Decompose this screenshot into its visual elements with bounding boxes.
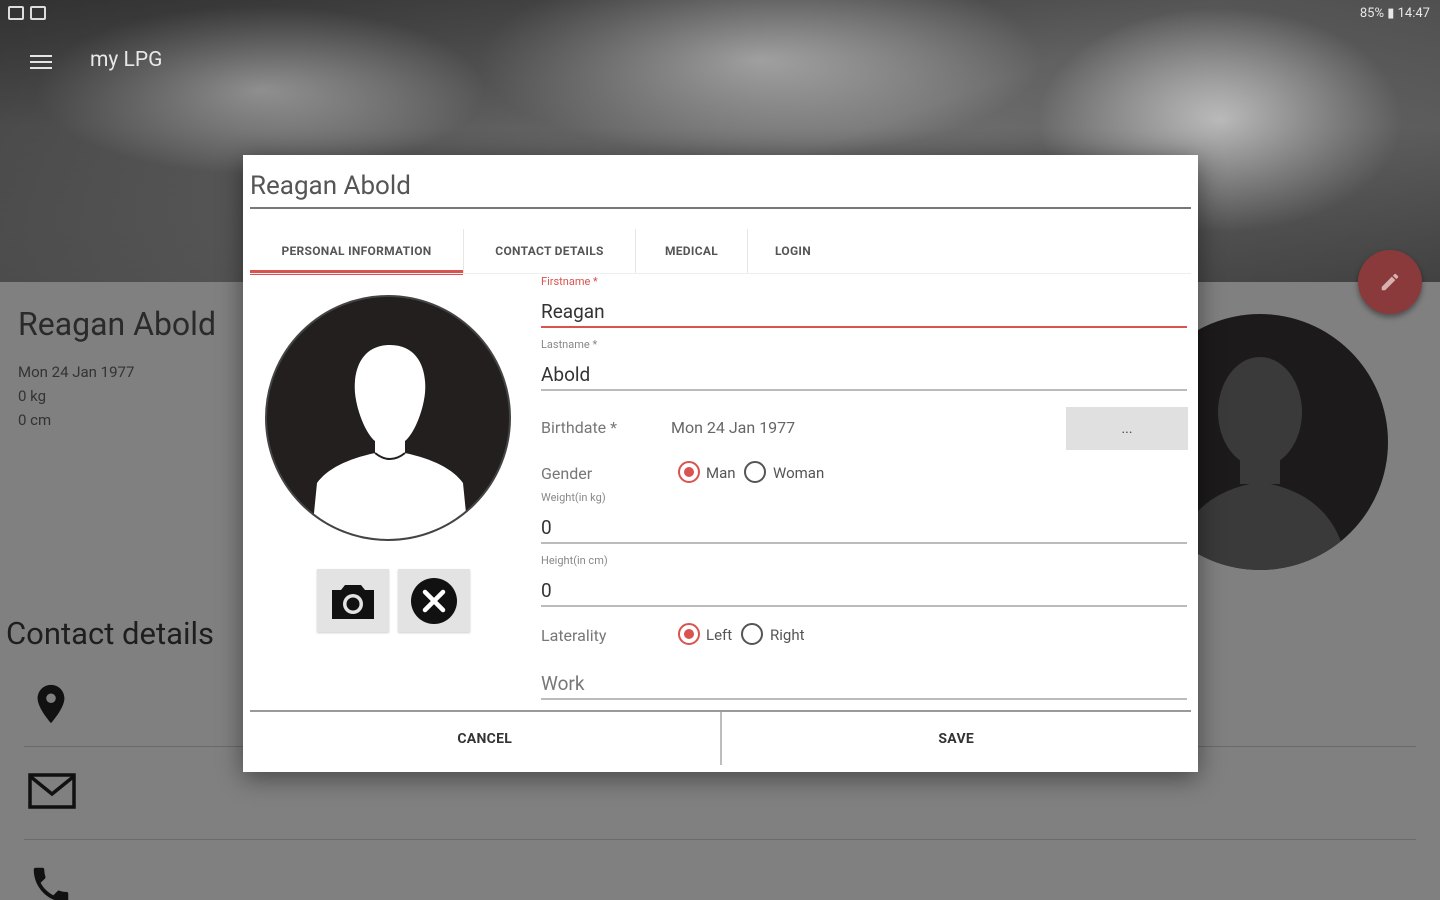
tab-personal-information[interactable]: PERSONAL INFORMATION	[250, 229, 464, 275]
gallery-icon	[8, 6, 24, 20]
cast-icon	[30, 6, 46, 20]
email-icon	[28, 772, 76, 816]
birthdate-label: Birthdate *	[541, 418, 618, 437]
status-bar-text: 85% ▮ 14:47	[1359, 6, 1430, 21]
profile-info: Mon 24 Jan 1977 0 kg 0 cm	[18, 360, 134, 432]
phone-icon	[28, 862, 74, 900]
cancel-button[interactable]: CANCEL	[250, 712, 720, 765]
gender-man-label[interactable]: Man	[706, 464, 736, 482]
tab-medical[interactable]: MEDICAL	[636, 229, 748, 273]
tab-contact-details[interactable]: CONTACT DETAILS	[464, 229, 636, 273]
dialog-actions: CANCEL SAVE	[250, 710, 1191, 765]
work-input[interactable]: Work	[541, 670, 1187, 700]
profile-birthdate: Mon 24 Jan 1977	[18, 363, 135, 381]
contact-details-heading: Contact details	[6, 615, 215, 652]
lastname-input[interactable]: Abold	[541, 361, 1187, 391]
profile-weight: 0 kg	[18, 387, 47, 405]
dialog-tabs: PERSONAL INFORMATION CONTACT DETAILS MED…	[250, 229, 1191, 275]
profile-name: Reagan Abold	[18, 305, 216, 343]
dialog-title: Reagan Abold	[250, 171, 1191, 209]
menu-icon[interactable]	[30, 55, 52, 69]
patient-avatar	[265, 295, 511, 541]
app-title: my LPG	[90, 48, 163, 72]
gender-woman-label[interactable]: Woman	[773, 464, 824, 482]
take-photo-button[interactable]	[317, 569, 389, 632]
profile-height: 0 cm	[18, 411, 52, 429]
gender-man-radio[interactable]	[678, 461, 700, 483]
contact-divider	[24, 839, 1416, 840]
status-bar: 85% ▮ 14:47	[0, 0, 1440, 28]
camera-icon	[332, 584, 374, 619]
laterality-right-radio[interactable]	[741, 623, 763, 645]
remove-photo-button[interactable]	[398, 569, 470, 632]
laterality-label: Laterality	[541, 626, 607, 645]
tab-login[interactable]: LOGIN	[748, 229, 838, 273]
laterality-left-label[interactable]: Left	[706, 626, 732, 644]
lastname-label: Lastname *	[541, 338, 598, 351]
height-input[interactable]: 0	[541, 577, 1187, 607]
tab-divider	[250, 273, 1191, 274]
laterality-left-radio[interactable]	[678, 623, 700, 645]
edit-patient-dialog: Reagan Abold PERSONAL INFORMATION CONTAC…	[243, 155, 1198, 772]
close-circle-icon	[411, 577, 457, 624]
firstname-input[interactable]: Reagan	[541, 298, 1187, 328]
birthdate-value: Mon 24 Jan 1977	[671, 418, 796, 437]
pencil-icon	[1381, 273, 1399, 291]
birthdate-picker-button[interactable]: ...	[1066, 407, 1188, 450]
laterality-right-label[interactable]: Right	[770, 626, 804, 644]
edit-fab-button[interactable]	[1358, 250, 1422, 314]
location-icon	[28, 680, 74, 732]
gender-label: Gender	[541, 464, 593, 483]
height-label: Height(in cm)	[541, 554, 608, 567]
app-bar: my LPG	[0, 40, 600, 84]
save-button[interactable]: SAVE	[719, 712, 1192, 765]
gender-woman-radio[interactable]	[744, 461, 766, 483]
weight-input[interactable]: 0	[541, 514, 1187, 544]
weight-label: Weight(in kg)	[541, 491, 606, 504]
firstname-label: Firstname *	[541, 275, 598, 288]
